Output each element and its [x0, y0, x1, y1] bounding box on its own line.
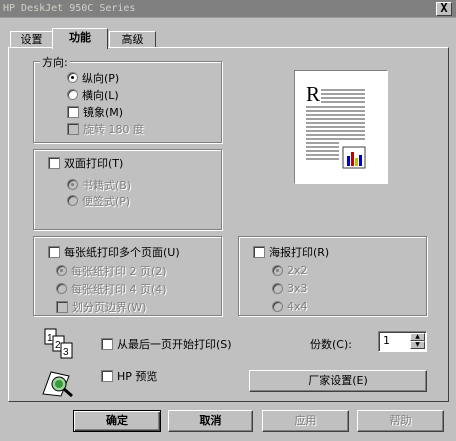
cancel-label: 取消 — [199, 414, 222, 427]
copies-value[interactable]: 1 — [383, 334, 390, 347]
factory-defaults-label: 厂家设置(E) — [308, 374, 368, 387]
back-to-front-label: 从最后一页开始打印(S) — [117, 337, 232, 351]
duplex-label: 双面打印(T) — [64, 156, 124, 170]
four-per-sheet-label: 每张纸打印 4 页(4) — [71, 282, 167, 296]
book-option: 书籍式(B) — [67, 177, 131, 192]
rotate-checkbox — [67, 122, 79, 135]
four-per-sheet-option: 每张纸打印 4 页(4) — [56, 281, 167, 296]
hp-preview-option[interactable]: HP 预览 — [101, 368, 157, 383]
preview-letter: R — [306, 82, 320, 106]
poster-3x3-label: 3x3 — [287, 282, 308, 295]
mirror-checkbox[interactable] — [67, 105, 79, 118]
page-preview: R — [294, 70, 388, 184]
two-per-sheet-label: 每张纸打印 2 页(2) — [71, 264, 167, 278]
tablet-radio — [67, 195, 78, 206]
poster-3x3-option: 3x3 — [272, 281, 308, 296]
rotate-label: 旋转 180 度 — [83, 122, 144, 136]
ok-label: 确定 — [106, 414, 128, 427]
poster-checkbox[interactable] — [253, 245, 265, 258]
page-borders-checkbox — [56, 300, 68, 313]
factory-defaults-button[interactable]: 厂家设置(E) — [249, 370, 427, 392]
book-label: 书籍式(B) — [82, 178, 132, 192]
poster-2x2-option: 2x2 — [272, 263, 308, 278]
portrait-label: 纵向(P) — [82, 71, 120, 85]
close-button[interactable]: X — [436, 2, 452, 16]
page-borders-label: 划分页边界(W) — [72, 300, 147, 314]
tab-advanced[interactable]: 高级 — [109, 31, 156, 48]
page-order-icon: 1 2 3 — [44, 328, 73, 359]
page-borders-option: 划分页边界(W) — [56, 299, 146, 314]
tablet-label: 便签式(P) — [82, 194, 131, 208]
title-bar: HP DeskJet 950C Series X — [0, 0, 456, 18]
preview-graphic: R — [306, 82, 366, 169]
portrait-option[interactable]: 纵向(P) — [67, 70, 119, 85]
mirror-option[interactable]: 镜象(M) — [67, 104, 123, 119]
book-radio — [67, 179, 78, 190]
copies-spinner[interactable]: 1 ▲ ▼ — [378, 331, 427, 352]
poster-4x4-option: 4x4 — [272, 299, 308, 314]
poster-4x4-radio — [272, 301, 283, 312]
copies-label: 份数(C): — [310, 338, 352, 351]
tab-features[interactable]: 功能 — [52, 28, 108, 49]
pages-per-sheet-label: 每张纸打印多个页面(U) — [64, 245, 180, 259]
pages-per-sheet-checkbox[interactable] — [48, 245, 60, 258]
poster-option[interactable]: 海报打印(R) — [253, 244, 329, 259]
poster-4x4-label: 4x4 — [287, 300, 308, 313]
mirror-label: 镜象(M) — [83, 105, 124, 119]
ok-button[interactable]: 确定 — [73, 410, 161, 432]
tablet-option: 便签式(P) — [67, 193, 130, 208]
landscape-radio[interactable] — [67, 89, 78, 100]
orientation-group: 方向: 纵向(P) 横向(L) 镜象(M) 旋转 180 度 — [33, 54, 222, 143]
svg-text:3: 3 — [63, 347, 69, 358]
poster-group: 海报打印(R) 2x2 3x3 4x4 — [238, 236, 427, 316]
hp-preview-checkbox[interactable] — [101, 369, 113, 382]
apply-label: 应用 — [294, 414, 317, 427]
two-per-sheet-radio — [56, 265, 67, 276]
duplex-option[interactable]: 双面打印(T) — [48, 155, 123, 170]
portrait-radio[interactable] — [67, 72, 78, 83]
copies-spin-buttons: ▲ ▼ — [410, 333, 425, 350]
landscape-option[interactable]: 横向(L) — [67, 87, 119, 102]
poster-3x3-radio — [272, 283, 283, 294]
poster-label: 海报打印(R) — [269, 245, 330, 259]
pages-per-sheet-option[interactable]: 每张纸打印多个页面(U) — [48, 244, 180, 259]
four-per-sheet-radio — [56, 283, 67, 294]
increment-arrow-icon[interactable]: ▲ — [410, 333, 425, 341]
rotate-option: 旋转 180 度 — [67, 121, 144, 136]
pages-per-sheet-group: 每张纸打印多个页面(U) 每张纸打印 2 页(2) 每张纸打印 4 页(4) 划… — [33, 236, 222, 316]
back-to-front-checkbox[interactable] — [101, 337, 113, 350]
magnifier-icon — [42, 371, 73, 398]
tab-settings[interactable]: 设置 — [10, 31, 53, 48]
svg-text:1: 1 — [47, 333, 53, 344]
decrement-arrow-icon[interactable]: ▼ — [410, 341, 425, 349]
orientation-label: 方向: — [40, 54, 70, 70]
hp-preview-label: HP 预览 — [117, 369, 158, 383]
duplex-group: 双面打印(T) 书籍式(B) 便签式(P) — [33, 149, 222, 230]
duplex-checkbox[interactable] — [48, 156, 60, 169]
landscape-label: 横向(L) — [82, 88, 119, 102]
help-label: 帮助 — [389, 414, 412, 427]
window-title: HP DeskJet 950C Series — [3, 3, 136, 14]
two-per-sheet-option: 每张纸打印 2 页(2) — [56, 263, 167, 278]
poster-2x2-label: 2x2 — [287, 264, 308, 277]
help-button: 帮助 — [357, 410, 444, 432]
apply-button: 应用 — [262, 410, 349, 432]
cancel-button[interactable]: 取消 — [168, 410, 253, 432]
svg-text:2: 2 — [55, 340, 61, 351]
poster-2x2-radio — [272, 265, 283, 276]
back-to-front-option[interactable]: 从最后一页开始打印(S) — [101, 336, 232, 351]
